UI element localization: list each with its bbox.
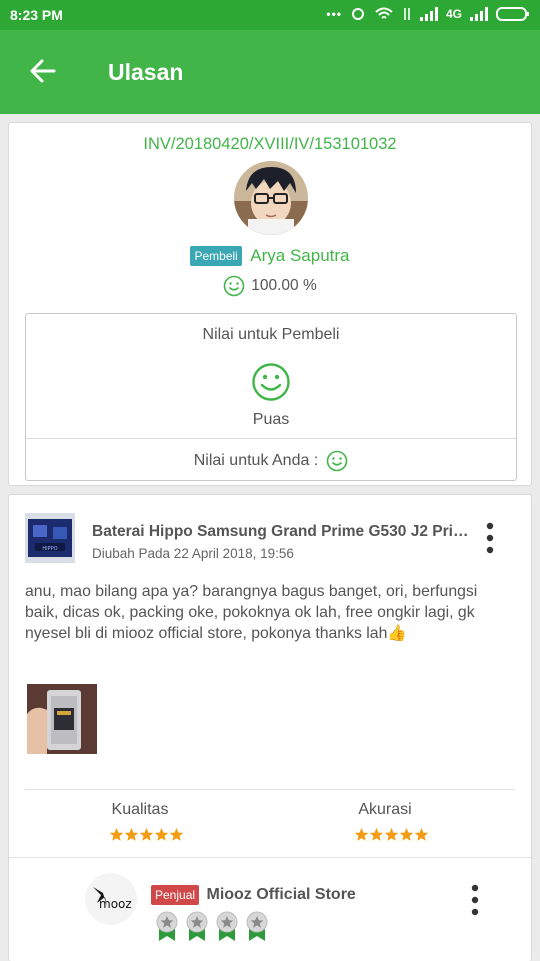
review-text: anu, mao bilang apa ya? barangnya bagus … xyxy=(25,583,478,642)
star-icon xyxy=(414,828,429,841)
review-more-options-icon[interactable] xyxy=(478,521,502,555)
medal-icon xyxy=(216,911,238,941)
page-title: Ulasan xyxy=(108,59,184,85)
rating-divider xyxy=(26,438,516,439)
invoice-number[interactable]: INV/20180420/XVIII/IV/153101032 xyxy=(9,135,531,154)
review-divider xyxy=(25,789,515,790)
reputation-value: 100.00 % xyxy=(251,277,317,295)
star-icon xyxy=(369,828,384,841)
seller-divider xyxy=(9,857,531,858)
seller-role-badge: Penjual xyxy=(151,885,200,905)
reputation-line: 100.00 % xyxy=(9,275,531,297)
buyer-name-line: Pembeli Arya Saputra xyxy=(9,246,531,266)
status-icons: ••• 4G xyxy=(326,6,530,22)
star-icon xyxy=(124,828,139,841)
review-date: Diubah Pada 22 April 2018, 19:56 xyxy=(92,546,294,561)
seller-logo[interactable]: mooz xyxy=(85,873,137,925)
signal-icon-2 xyxy=(470,7,488,21)
app-bar: Ulasan xyxy=(0,30,540,114)
rating-title: Nilai untuk Pembeli xyxy=(202,326,340,343)
your-rating-label: Nilai untuk Anda : xyxy=(193,452,319,470)
review-photo[interactable] xyxy=(27,684,97,754)
product-name[interactable]: Baterai Hippo Samsung Grand Prime G530 J… xyxy=(92,523,472,541)
quality-stars xyxy=(77,827,217,848)
seller-name-line: Penjual Miooz Official Store xyxy=(151,885,356,905)
smiley-icon xyxy=(223,275,245,297)
seller-logo-text: mooz xyxy=(99,897,132,911)
sync-icon xyxy=(351,8,364,20)
network-type: 4G xyxy=(445,7,462,21)
accuracy-stars xyxy=(322,827,462,848)
signal-icon xyxy=(419,7,438,21)
seller-medals xyxy=(155,911,269,943)
buyer-name[interactable]: Arya Saputra xyxy=(250,246,349,265)
smiley-small-icon xyxy=(326,450,348,472)
seller-more-options-icon[interactable] xyxy=(463,883,487,917)
medal-icon xyxy=(246,911,268,941)
buyer-role-badge: Pembeli xyxy=(190,246,242,266)
seller-logo-mark: mooz xyxy=(93,887,132,911)
star-icon xyxy=(399,828,414,841)
wifi-icon xyxy=(375,7,393,19)
back-arrow-icon[interactable] xyxy=(26,54,60,88)
rating-box: Nilai untuk Pembeli Puas Nilai untuk And… xyxy=(25,313,517,481)
your-rating-line: Nilai untuk Anda : xyxy=(26,450,516,472)
satisfied-face-icon xyxy=(252,363,290,401)
buyer-card: INV/20180420/XVIII/IV/153101032 Pembeli … xyxy=(8,122,532,486)
medal-icon xyxy=(156,911,178,941)
star-icon xyxy=(154,828,169,841)
svg-text:HIPPO: HIPPO xyxy=(42,546,57,552)
product-thumbnail[interactable]: HIPPO xyxy=(25,513,75,563)
accuracy-star-row xyxy=(354,828,429,841)
star-icon xyxy=(109,828,124,841)
star-icon xyxy=(139,828,154,841)
criteria-quality-label: Kualitas xyxy=(111,801,169,818)
status-time: 8:23 PM xyxy=(10,7,63,23)
data-arrows-icon xyxy=(404,8,410,20)
seller-name[interactable]: Miooz Official Store xyxy=(206,886,355,903)
star-icon xyxy=(169,828,184,841)
quality-star-row xyxy=(109,828,184,841)
criteria-accuracy-label: Akurasi xyxy=(358,801,412,818)
star-icon xyxy=(354,828,369,841)
rating-label: Puas xyxy=(252,411,290,428)
status-bar: 8:23 PM ••• 4G xyxy=(0,0,540,30)
medal-icon xyxy=(186,911,208,941)
avatar-illustration xyxy=(234,161,308,235)
battery-icon xyxy=(496,7,529,21)
buyer-avatar[interactable] xyxy=(234,161,308,235)
review-card: HIPPO Baterai Hippo Samsung Grand Prime … xyxy=(8,494,532,961)
more-dots-icon: ••• xyxy=(326,7,342,21)
star-icon xyxy=(384,828,399,841)
